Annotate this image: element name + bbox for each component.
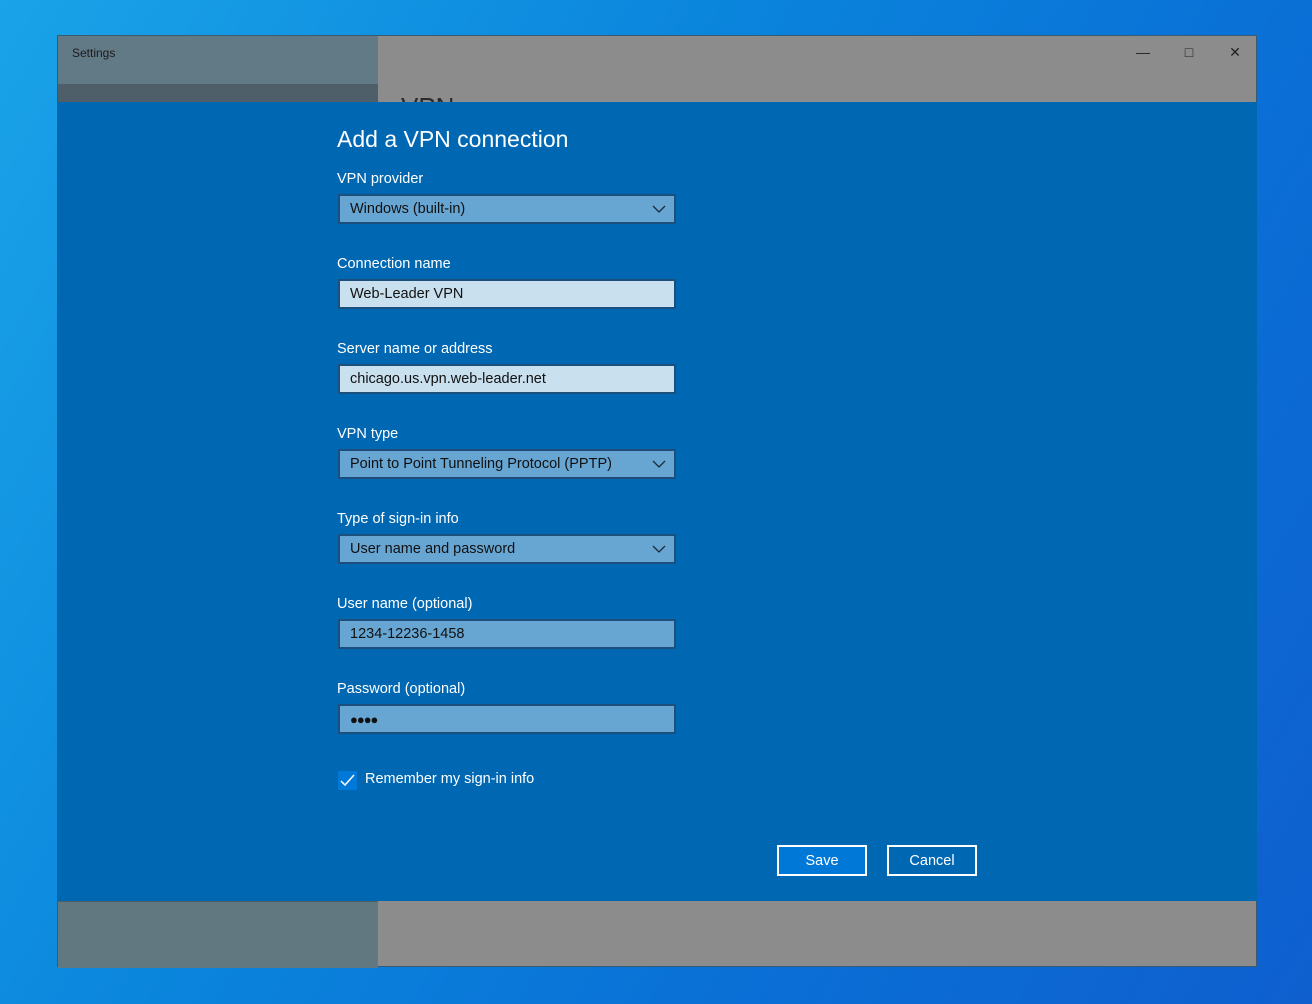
connection-name-input[interactable]: Web-Leader VPN bbox=[338, 279, 676, 309]
save-button[interactable]: Save bbox=[777, 845, 867, 876]
remember-label: Remember my sign-in info bbox=[365, 771, 535, 787]
username-label: User name (optional) bbox=[337, 596, 473, 612]
username-input[interactable]: 1234-12236-1458 bbox=[338, 619, 676, 649]
sign-in-type-value: User name and password bbox=[350, 541, 516, 557]
chevron-down-icon bbox=[652, 545, 666, 553]
chevron-down-icon bbox=[652, 205, 666, 213]
cancel-button[interactable]: Cancel bbox=[887, 845, 977, 876]
server-input[interactable]: chicago.us.vpn.web-leader.net bbox=[338, 364, 676, 394]
vpn-provider-value: Windows (built-in) bbox=[350, 201, 466, 217]
chevron-down-icon bbox=[652, 460, 666, 468]
connection-name-label: Connection name bbox=[337, 256, 451, 272]
vpn-type-label: VPN type bbox=[337, 426, 399, 442]
title-bar: Settings bbox=[58, 36, 378, 84]
vpn-type-dropdown[interactable]: Point to Point Tunneling Protocol (PPTP) bbox=[338, 449, 676, 479]
dialog-title: Add a VPN connection bbox=[337, 126, 569, 152]
remember-checkbox[interactable] bbox=[338, 771, 357, 790]
minimize-button[interactable]: — bbox=[1120, 36, 1166, 68]
sidebar-bottom bbox=[58, 902, 378, 968]
checkmark-icon bbox=[340, 774, 355, 787]
sign-in-type-dropdown[interactable]: User name and password bbox=[338, 534, 676, 564]
add-vpn-dialog: Add a VPN connection VPN provider Window… bbox=[57, 102, 1257, 901]
vpn-provider-label: VPN provider bbox=[337, 171, 424, 187]
vpn-type-value: Point to Point Tunneling Protocol (PPTP) bbox=[350, 456, 612, 472]
server-label: Server name or address bbox=[337, 341, 493, 357]
window-title: Settings bbox=[72, 46, 116, 60]
close-button[interactable]: ✕ bbox=[1212, 36, 1258, 68]
password-label: Password (optional) bbox=[337, 681, 466, 697]
vpn-provider-dropdown[interactable]: Windows (built-in) bbox=[338, 194, 676, 224]
sign-in-type-label: Type of sign-in info bbox=[337, 511, 459, 527]
password-input[interactable]: ●●●● bbox=[338, 704, 676, 734]
maximize-button[interactable]: □ bbox=[1166, 36, 1212, 68]
